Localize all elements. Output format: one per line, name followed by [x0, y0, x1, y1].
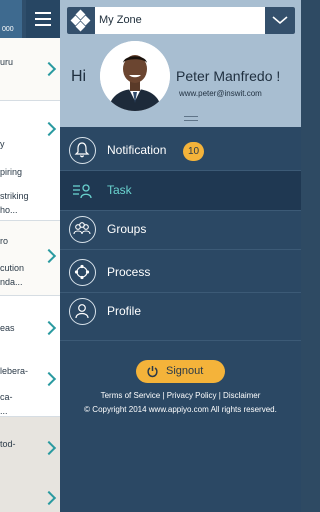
chevron-right-icon — [41, 248, 57, 264]
user-name: Peter Manfredo ! — [176, 68, 281, 84]
chevron-right-icon — [41, 371, 57, 387]
chevron-right-icon — [41, 121, 57, 137]
chevron-right-icon — [41, 61, 57, 77]
nav-item-groups[interactable]: Groups — [60, 210, 301, 249]
user-email: www.peter@inswit.com — [179, 89, 262, 98]
nav-label-task: Task — [107, 183, 132, 197]
nav-item-notification[interactable]: Notification — [60, 131, 301, 170]
navigation-drawer: My Zone Hi Peter Manfredo ! www.peter@in… — [60, 0, 301, 512]
zone-icon — [67, 7, 95, 34]
list-item[interactable]: y piring striking ho... — [0, 101, 60, 221]
list-item[interactable]: uru — [0, 38, 60, 101]
drag-handle-icon[interactable] — [184, 116, 198, 121]
background-header: 000 — [0, 0, 60, 38]
nav-item-process[interactable]: Process — [60, 253, 301, 292]
avatar[interactable] — [100, 41, 170, 111]
signout-label: Signout — [166, 365, 204, 377]
profile-header: My Zone Hi Peter Manfredo ! www.peter@in… — [60, 0, 301, 127]
copyright: © Copyright 2014 www.appiyo.com All righ… — [84, 405, 277, 414]
notification-badge: 10 — [183, 142, 204, 161]
disclaimer-link[interactable]: Disclaimer — [223, 391, 260, 400]
bell-icon — [69, 137, 96, 164]
footer-links: Terms of Service | Privacy Policy | Disc… — [100, 391, 261, 400]
chevron-down-icon[interactable] — [265, 7, 295, 34]
list-item[interactable]: ro cution nda... — [0, 221, 60, 296]
terms-link[interactable]: Terms of Service — [101, 391, 161, 400]
chevron-right-icon — [41, 490, 57, 506]
zone-label: My Zone — [99, 14, 142, 26]
zone-selector[interactable]: My Zone — [67, 7, 295, 34]
groups-icon — [69, 216, 96, 243]
task-icon — [69, 177, 96, 204]
list-item[interactable]: eas lebera- ca- ... — [0, 296, 60, 417]
signout-button[interactable]: Signout — [136, 360, 225, 383]
background-logo: 000 — [0, 0, 22, 38]
chevron-right-icon — [41, 320, 57, 336]
chevron-right-icon — [41, 440, 57, 456]
nav-label-notification: Notification — [107, 143, 167, 157]
nav-label-process: Process — [107, 265, 151, 279]
hamburger-menu-icon[interactable] — [26, 0, 60, 38]
nav-label-profile: Profile — [107, 304, 142, 318]
power-icon — [147, 366, 158, 378]
user-icon — [69, 298, 96, 325]
list-item[interactable]: tod- — [0, 417, 60, 512]
nav-item-task[interactable]: Task — [60, 171, 301, 210]
process-icon — [69, 259, 96, 286]
privacy-link[interactable]: Privacy Policy — [167, 391, 217, 400]
nav-label-groups: Groups — [107, 222, 147, 236]
background-list: 000 uru y piring striking ho... ro cutio… — [0, 0, 60, 512]
nav-item-profile[interactable]: Profile — [60, 292, 301, 331]
greeting: Hi — [71, 68, 87, 85]
